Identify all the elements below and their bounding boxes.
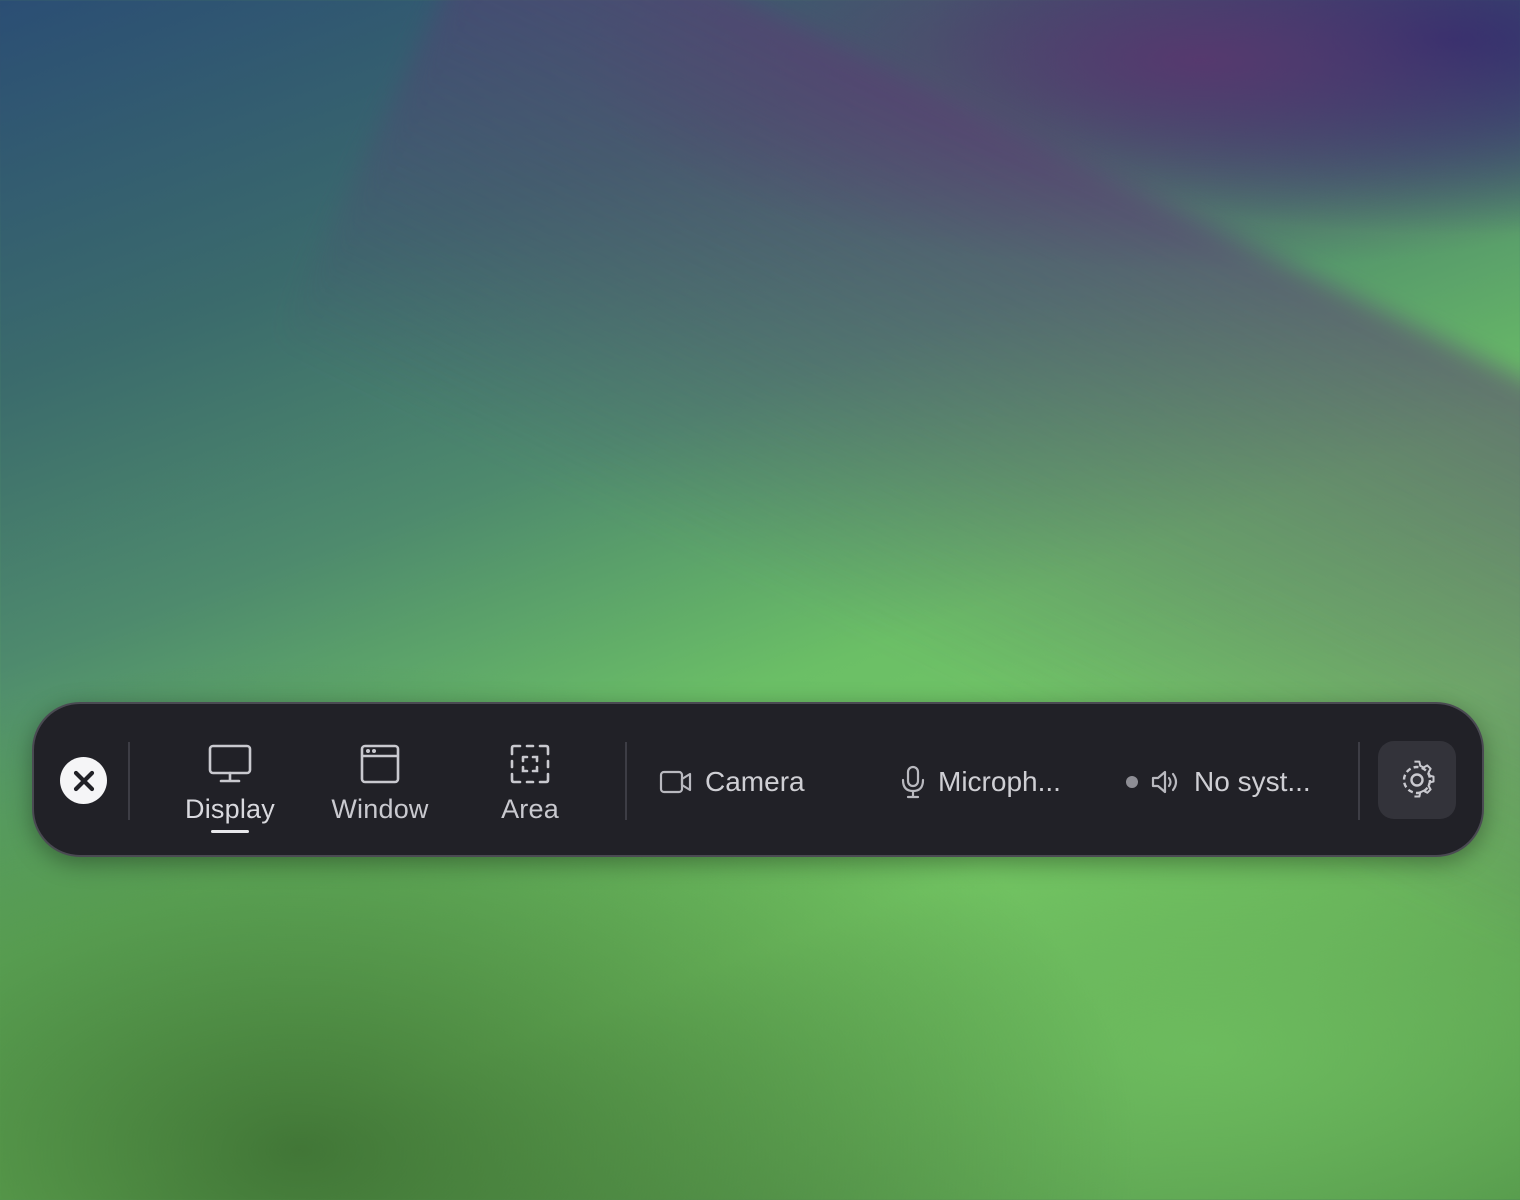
camera-icon [659, 770, 692, 794]
window-mode-label: Window [331, 794, 429, 824]
display-mode-button[interactable]: Display [165, 742, 295, 834]
divider [1358, 742, 1360, 820]
recording-toolbar: Display Window Area Camera Microph... No… [32, 702, 1484, 857]
area-selection-icon [510, 744, 550, 784]
display-icon [208, 744, 252, 783]
camera-button[interactable]: Camera [659, 760, 805, 804]
system-audio-button[interactable]: No syst... [1126, 760, 1311, 804]
close-button[interactable] [60, 757, 107, 804]
divider [128, 742, 130, 820]
status-dot [1126, 776, 1138, 788]
camera-label: Camera [705, 766, 805, 797]
close-icon [73, 770, 94, 791]
speaker-icon [1151, 770, 1178, 794]
microphone-icon [901, 765, 925, 799]
divider [625, 742, 627, 820]
window-icon [360, 744, 400, 784]
selected-indicator [211, 830, 249, 833]
microphone-button[interactable]: Microph... [900, 760, 1061, 804]
window-mode-button[interactable]: Window [315, 742, 445, 834]
gear-icon [1402, 760, 1435, 798]
area-mode-button[interactable]: Area [465, 742, 595, 834]
display-mode-label: Display [185, 794, 275, 824]
system-audio-label: No syst... [1194, 766, 1311, 797]
area-mode-label: Area [501, 794, 559, 824]
settings-button[interactable] [1378, 741, 1456, 819]
microphone-label: Microph... [938, 766, 1061, 797]
